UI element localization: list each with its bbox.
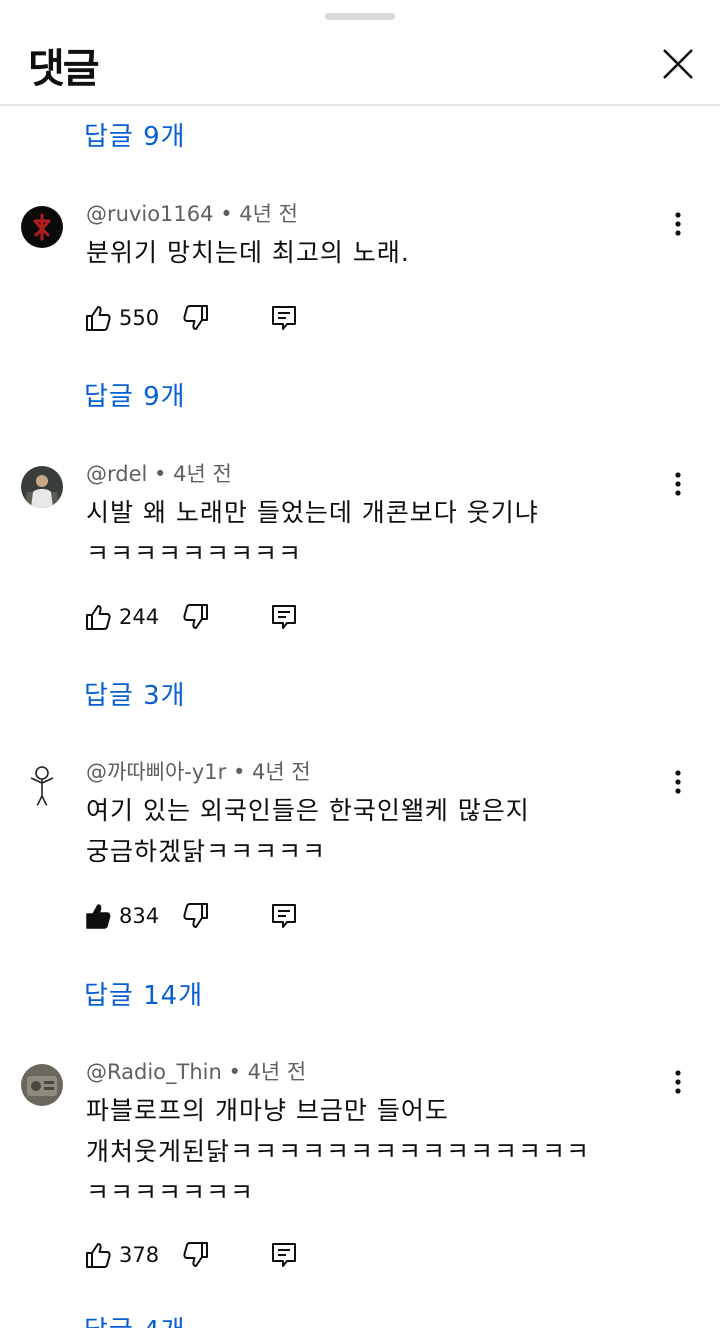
thumbs-down-icon[interactable]	[182, 603, 210, 631]
avatar[interactable]	[21, 466, 63, 508]
comment-author[interactable]: @rdel	[86, 462, 147, 486]
view-replies-link[interactable]: 답글 9개	[84, 376, 186, 413]
view-replies-link[interactable]: 답글 4개	[84, 1310, 186, 1328]
comment-author[interactable]: @까따삐아-y1r	[86, 760, 226, 784]
like-count: 550	[119, 306, 160, 330]
close-icon[interactable]	[656, 42, 700, 86]
comment-line: ㅋㅋㅋㅋㅋㅋㅋ	[86, 1178, 255, 1207]
comment-line: 시발 왜 노래만 들었는데 개콘보다 웃기냐	[86, 498, 539, 527]
comment-meta: @까따삐아-y1r • 4년 전	[86, 756, 311, 786]
avatar[interactable]	[21, 206, 63, 248]
comment-line: ㅋㅋㅋㅋㅋㅋㅋㅋㅋ	[86, 539, 303, 568]
view-replies-link[interactable]: 답글 14개	[84, 975, 203, 1012]
stick-figure-icon	[21, 764, 63, 806]
thumbs-up-icon[interactable]	[84, 1241, 112, 1269]
comment-line: 개처웃게된닭ㅋㅋㅋㅋㅋㅋㅋㅋㅋㅋㅋㅋㅋㅋㅋ	[86, 1137, 591, 1166]
comments-header: 댓글	[0, 0, 720, 106]
more-options-icon[interactable]	[666, 209, 690, 239]
comment-line: 분위기 망치는데 최고의 노래.	[86, 238, 410, 267]
comment-time: 4년 전	[239, 202, 298, 226]
avatar[interactable]	[21, 1064, 63, 1106]
meta-separator: •	[228, 1060, 241, 1084]
radio-photo-icon	[21, 1064, 63, 1106]
comment-time: 4년 전	[252, 760, 311, 784]
thumbs-up-filled-icon[interactable]	[84, 902, 112, 930]
comment-line: 파블로프의 개마냥 브금만 들어도	[86, 1096, 449, 1125]
more-options-icon[interactable]	[666, 1067, 690, 1097]
thumbs-down-icon[interactable]	[182, 1241, 210, 1269]
berserk-brand-icon	[21, 206, 63, 248]
meta-separator: •	[232, 760, 246, 784]
like-count: 378	[119, 1243, 160, 1267]
comment-author[interactable]: @ruvio1164	[86, 202, 214, 226]
like-count: 244	[119, 605, 160, 629]
meta-separator: •	[220, 202, 233, 226]
comment-meta: @ruvio1164 • 4년 전	[86, 198, 298, 228]
thumbs-down-icon[interactable]	[182, 304, 210, 332]
avatar[interactable]	[21, 764, 63, 806]
person-photo-icon	[21, 466, 63, 508]
comment-line: 궁금하겠닭ㅋㅋㅋㅋㅋ	[86, 837, 327, 866]
comment-author[interactable]: @Radio_Thin	[86, 1060, 222, 1084]
more-options-icon[interactable]	[666, 469, 690, 499]
comment-text: 분위기 망치는데 최고의 노래.	[86, 232, 410, 273]
comment-text: 파블로프의 개마냥 브금만 들어도 개처웃게된닭ㅋㅋㅋㅋㅋㅋㅋㅋㅋㅋㅋㅋㅋㅋㅋ …	[86, 1090, 590, 1213]
more-options-icon[interactable]	[666, 767, 690, 797]
comment-time: 4년 전	[247, 1060, 307, 1084]
reply-icon[interactable]	[270, 603, 298, 631]
thumbs-up-icon[interactable]	[84, 304, 112, 332]
page-title: 댓글	[28, 46, 100, 92]
view-replies-link[interactable]: 답글 9개	[84, 116, 186, 153]
reply-icon[interactable]	[270, 304, 298, 332]
like-count: 834	[119, 904, 160, 928]
meta-separator: •	[154, 462, 167, 486]
comment-time: 4년 전	[173, 462, 232, 486]
comment-meta: @Radio_Thin • 4년 전	[86, 1056, 306, 1086]
view-replies-link[interactable]: 답글 3개	[84, 675, 186, 712]
reply-icon[interactable]	[270, 902, 298, 930]
comment-text: 시발 왜 노래만 들었는데 개콘보다 웃기냐 ㅋㅋㅋㅋㅋㅋㅋㅋㅋ	[86, 492, 539, 574]
comment-line: 여기 있는 외국인들은 한국인왤케 많은지	[86, 796, 530, 825]
thumbs-down-icon[interactable]	[182, 902, 210, 930]
reply-icon[interactable]	[270, 1241, 298, 1269]
comment-meta: @rdel • 4년 전	[86, 458, 232, 488]
thumbs-up-icon[interactable]	[84, 603, 112, 631]
comment-text: 여기 있는 외국인들은 한국인왤케 많은지 궁금하겠닭ㅋㅋㅋㅋㅋ	[86, 790, 530, 872]
